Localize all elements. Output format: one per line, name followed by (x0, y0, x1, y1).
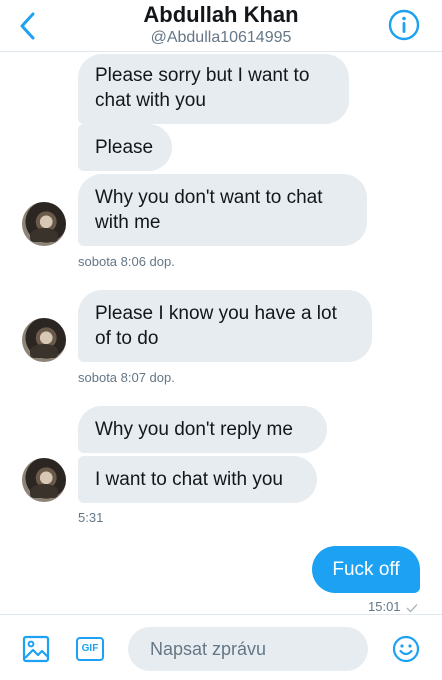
message-timestamp: sobota 8:06 dop. (78, 254, 175, 269)
info-icon[interactable] (388, 9, 420, 41)
gif-icon[interactable]: GIF (76, 637, 104, 661)
sender-avatar[interactable] (22, 318, 66, 362)
sent-time: 15:01 (368, 599, 401, 614)
message-text: Please (95, 137, 154, 158)
message-text-line: with me (95, 212, 161, 233)
message-text-line: Why you don't want to chat (95, 187, 323, 208)
message-bubble-outgoing[interactable]: Fuck off (312, 546, 420, 593)
message-bubble-incoming[interactable]: Please I know you have a lot of to do (78, 290, 372, 362)
message-bubble-incoming[interactable]: I want to chat with you (78, 456, 317, 503)
message-thread[interactable]: Please sorry but I want to chat with you… (0, 52, 442, 614)
message-timestamp: sobota 8:07 dop. (78, 370, 175, 385)
message-text-line: of to do (95, 328, 159, 349)
message-input[interactable] (128, 627, 368, 671)
message-text-line: Please I know you have a lot (95, 303, 337, 324)
message-timestamp: 5:31 (78, 510, 104, 525)
message-text: Fuck off (332, 559, 400, 580)
image-icon[interactable] (22, 635, 50, 663)
message-bubble-incoming[interactable]: Why you don't reply me (78, 406, 327, 453)
conversation-handle: @Abdulla10614995 (150, 29, 292, 46)
message-text-line: chat with you (95, 90, 206, 111)
message-text: I want to chat with you (95, 469, 283, 490)
sender-avatar[interactable] (22, 458, 66, 502)
message-bubble-incoming[interactable]: Please (78, 124, 172, 171)
message-bubble-incoming[interactable]: Please sorry but I want to chat with you (78, 54, 349, 124)
conversation-header: Abdullah Khan @Abdulla10614995 (0, 0, 442, 52)
message-timestamp: 15:01 (368, 599, 418, 614)
message-bubble-incoming[interactable]: Why you don't want to chat with me (78, 174, 367, 246)
conversation-title[interactable]: Abdullah Khan (0, 2, 442, 28)
emoji-icon[interactable] (392, 635, 420, 663)
message-composer: GIF (0, 614, 442, 680)
message-text-line: Please sorry but I want to (95, 65, 310, 86)
message-text: Why you don't reply me (95, 419, 293, 440)
read-check-icon (406, 603, 418, 613)
sender-avatar[interactable] (22, 202, 66, 246)
